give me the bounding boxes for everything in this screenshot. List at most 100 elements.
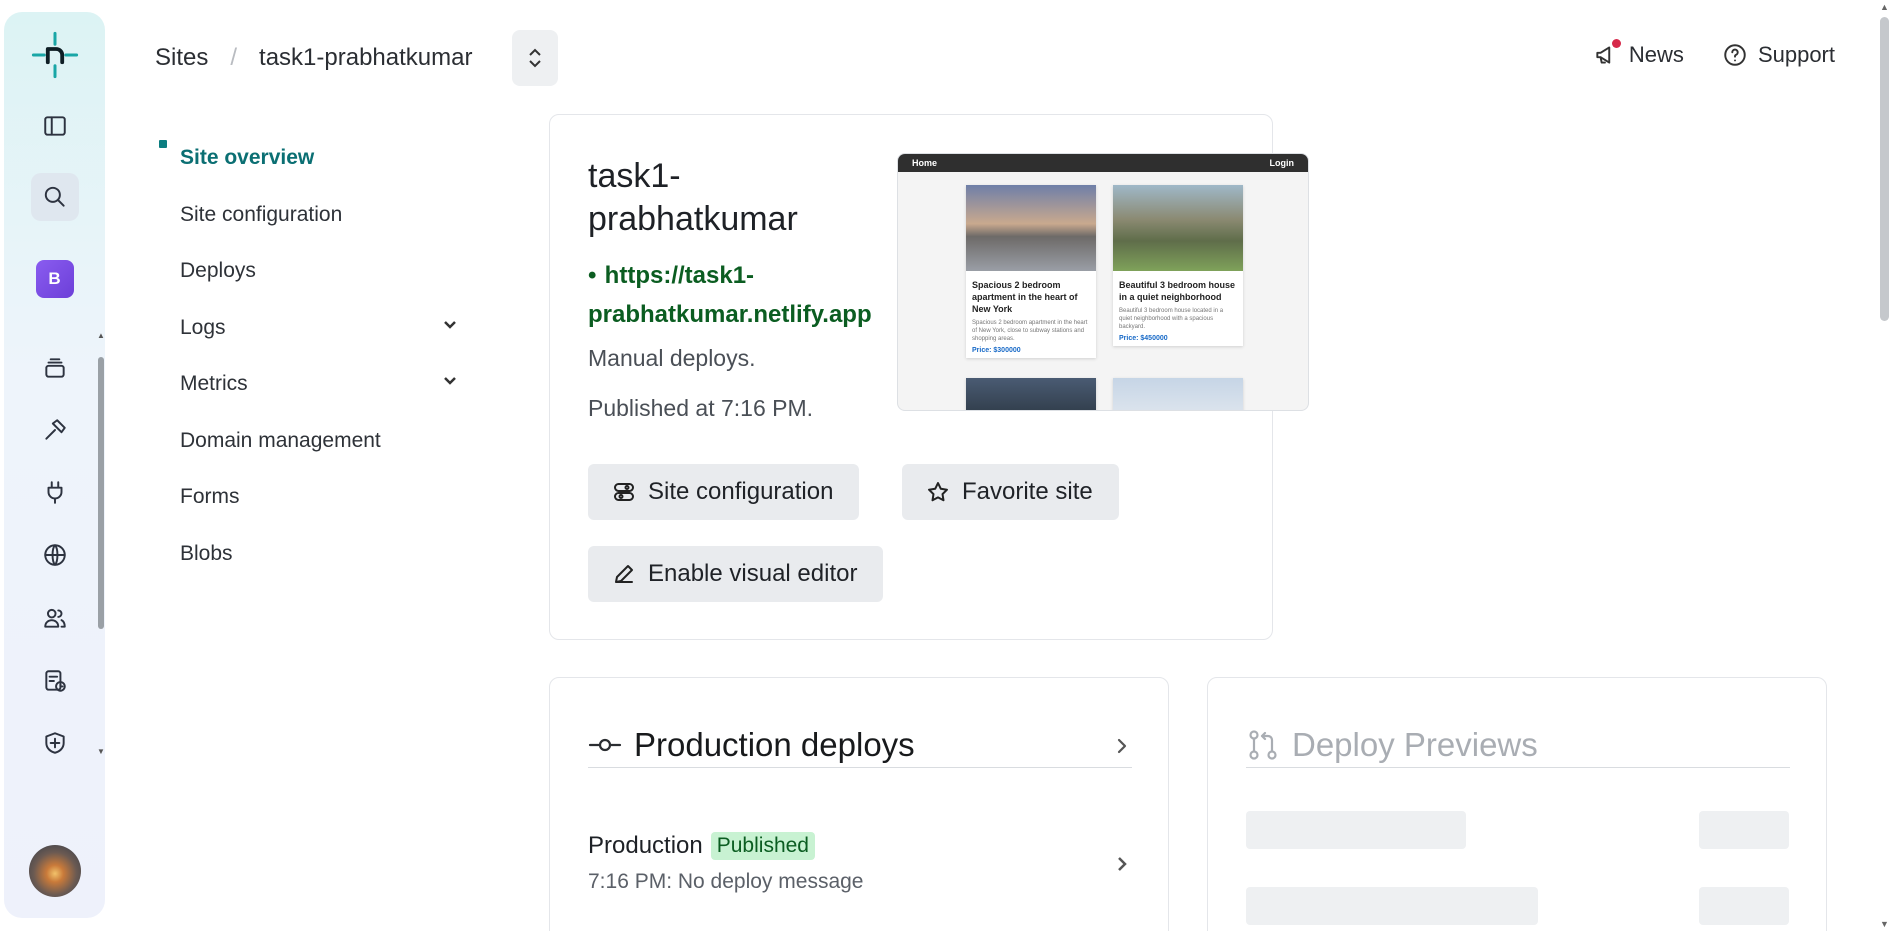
loading-skeleton (1246, 811, 1466, 849)
usage-billing-icon[interactable] (31, 657, 79, 705)
site-title: task1- prabhatkumar (588, 155, 798, 241)
nav-label: Blobs (180, 541, 233, 565)
loading-skeleton (1699, 887, 1789, 925)
nav-deploys[interactable]: Deploys (180, 243, 460, 300)
icon-rail: B ▲ ▼ (4, 12, 105, 918)
integrations-plug-icon[interactable] (31, 468, 79, 516)
rail-scroll-down-arrow[interactable]: ▼ (97, 748, 105, 756)
preview-card-title: Beautiful 3 bedroom house in a quiet nei… (1119, 280, 1236, 302)
deploy-message: 7:16 PM: No deploy message (588, 870, 864, 893)
page-scrollbar[interactable]: ▲ ▼ (1877, 0, 1892, 931)
support-button[interactable]: Support (1722, 42, 1835, 68)
nav-label: Site overview (180, 146, 315, 170)
active-indicator (159, 140, 167, 148)
user-avatar[interactable] (28, 845, 81, 897)
preview-house-image (966, 185, 1096, 271)
sidebar-toggle-icon[interactable] (31, 102, 79, 150)
deploy-mode-text: Manual deploys. (588, 345, 756, 371)
section-title: Deploy Previews (1292, 725, 1538, 763)
nav-label: Site configuration (180, 202, 343, 226)
scroll-down-arrow[interactable]: ▼ (1880, 919, 1889, 929)
builds-hammer-icon[interactable] (31, 406, 79, 454)
published-time-text: Published at 7:16 PM. (588, 395, 814, 421)
nav-metrics[interactable]: Metrics (180, 356, 460, 413)
news-label: News (1628, 42, 1684, 67)
nav-domain-management[interactable]: Domain management (180, 413, 460, 470)
breadcrumb: Sites / task1-prabhatkumar (155, 44, 472, 72)
site-switcher-button[interactable] (512, 30, 558, 86)
scrollbar-thumb[interactable] (1880, 17, 1889, 321)
breadcrumb-separator: / (230, 44, 238, 71)
chevron-up-down-icon (529, 48, 541, 68)
site-url-line1: https://task1- (604, 262, 755, 289)
nav-label: Domain management (180, 428, 381, 452)
preview-listing-card: Spacious 2 bedroom apartment in the hear… (966, 185, 1096, 358)
button-label: Enable visual editor (648, 560, 858, 587)
security-shield-icon[interactable] (31, 719, 79, 767)
deploy-context: Production (588, 832, 703, 859)
news-button[interactable]: News (1593, 39, 1684, 68)
site-configuration-button[interactable]: Site configuration (588, 464, 860, 520)
production-deploys-card: Production deploys Production Published … (549, 677, 1169, 931)
search-icon[interactable] (30, 173, 79, 221)
megaphone-icon (1593, 39, 1621, 68)
preview-card-desc: Beautiful 3 bedroom house located in a q… (1119, 308, 1224, 330)
header-actions: News Support (1593, 39, 1835, 68)
domains-globe-icon[interactable] (31, 531, 79, 579)
deploy-previews-header[interactable]: Deploy Previews (1246, 722, 1790, 768)
nav-forms[interactable]: Forms (180, 469, 460, 526)
production-deploys-header[interactable]: Production deploys (588, 722, 1132, 768)
status-badge: Published (710, 832, 815, 860)
nav-blobs[interactable]: Blobs (180, 526, 460, 583)
preview-card-price: Price: $300000 (972, 347, 1021, 354)
preview-listing-card: Beautiful 3 bedroom house in a quiet nei… (1113, 185, 1243, 346)
favorite-site-button[interactable]: Favorite site (902, 464, 1119, 520)
preview-listing-card (1113, 378, 1243, 410)
enable-visual-editor-button[interactable]: Enable visual editor (588, 546, 884, 602)
nav-label: Deploys (180, 259, 256, 283)
team-avatar[interactable]: B (35, 260, 74, 298)
nav-site-configuration[interactable]: Site configuration (180, 187, 460, 244)
preview-nav-login: Login (1269, 158, 1295, 168)
preview-navbar: Home Login (898, 154, 1308, 172)
support-label: Support (1757, 42, 1835, 67)
preview-house-image (1113, 378, 1243, 410)
toggles-icon (614, 483, 634, 501)
button-label: Favorite site (962, 478, 1093, 505)
site-title-line1: task1- (588, 157, 681, 195)
deploy-previews-card: Deploy Previews (1207, 677, 1827, 931)
preview-house-image (966, 378, 1096, 410)
preview-nav-home: Home (912, 158, 938, 168)
nav-site-overview[interactable]: Site overview (159, 130, 460, 187)
chevron-down-icon[interactable] (440, 315, 460, 341)
preview-card-desc: Spacious 2 bedroom apartment in the hear… (972, 320, 1088, 342)
site-url-link[interactable]: • https://task1- prabhatkumar.netlify.ap… (588, 256, 888, 334)
chevron-right-icon[interactable] (1112, 854, 1132, 879)
site-preview-thumbnail[interactable]: Home Login Spacious 2 bedroom apartment … (897, 153, 1309, 411)
loading-skeleton (1246, 887, 1538, 925)
chevron-right-icon[interactable] (1112, 726, 1132, 764)
chevron-down-icon[interactable] (440, 371, 460, 397)
rail-scroll-up-arrow[interactable]: ▲ (97, 332, 105, 340)
netlify-logo-icon[interactable] (31, 31, 79, 79)
production-deploy-row[interactable]: Production Published 7:16 PM: No deploy … (588, 832, 1132, 894)
url-bullet: • (588, 262, 597, 289)
help-circle-icon (1724, 44, 1746, 66)
breadcrumb-sites-link[interactable]: Sites (155, 44, 208, 72)
rail-scrollbar[interactable] (98, 357, 104, 629)
commit-icon (588, 738, 622, 751)
pull-request-icon (1249, 729, 1277, 760)
nav-label: Metrics (180, 372, 248, 396)
preview-card-title: Spacious 2 bedroom apartment in the hear… (972, 280, 1078, 314)
scroll-up-arrow[interactable]: ▲ (1880, 2, 1889, 12)
preview-listing-card (966, 378, 1096, 410)
members-icon[interactable] (31, 594, 79, 642)
nav-label: Logs (180, 315, 226, 339)
nav-label: Forms (180, 485, 240, 509)
nav-logs[interactable]: Logs (180, 300, 460, 357)
pencil-icon (615, 565, 633, 583)
breadcrumb-current-site[interactable]: task1-prabhatkumar (259, 44, 472, 72)
projects-icon[interactable] (31, 344, 79, 392)
site-title-line2: prabhatkumar (588, 200, 798, 238)
star-icon (928, 482, 948, 502)
